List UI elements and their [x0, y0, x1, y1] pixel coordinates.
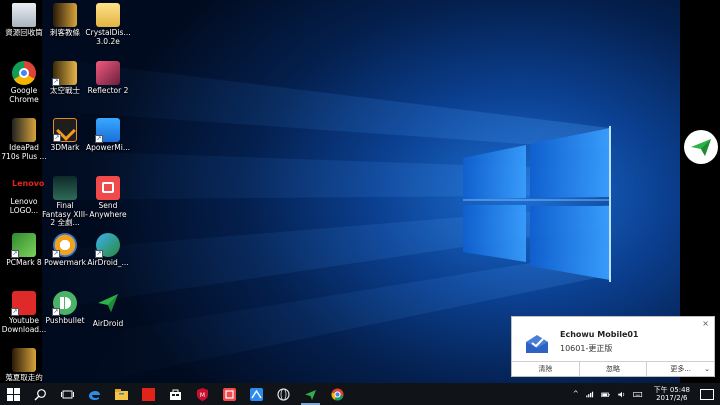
chrome-icon	[12, 61, 36, 85]
desktop-icon-final-fantasy[interactable]: Final Fantasy XIII-2 全劇...	[41, 176, 89, 228]
edge-icon	[89, 390, 100, 400]
game-folder-icon	[53, 3, 77, 27]
apowermirror-icon: ↗	[95, 118, 120, 143]
desktop-icon-apowermirror[interactable]: ↗ ApowerMi...	[84, 118, 132, 153]
shield-icon: M	[197, 387, 208, 401]
taskbar-mcafee[interactable]: M	[189, 383, 216, 405]
pushbullet-icon: ↗	[52, 291, 77, 316]
airdroid-icon	[98, 294, 118, 312]
apowermirror-icon	[250, 387, 263, 401]
task-view-icon	[61, 390, 74, 398]
document-icon	[12, 118, 36, 142]
send-anywhere-icon	[223, 387, 236, 401]
shortcut-arrow-icon: ↗	[95, 250, 103, 258]
volume-icon[interactable]	[614, 389, 630, 400]
desktop-icon-assassin[interactable]: 刺客教條	[41, 3, 89, 38]
app-icon	[142, 387, 155, 401]
taskbar-app-globe[interactable]	[270, 383, 297, 405]
keyboard-icon[interactable]	[630, 389, 646, 400]
store-icon	[170, 389, 181, 400]
file-explorer-icon	[115, 388, 128, 400]
desktop-icon-send-anywhere[interactable]: Send Anywhere	[84, 176, 132, 219]
taskbar-app-red[interactable]	[135, 383, 162, 405]
toast-clear-button[interactable]: 清除	[512, 362, 580, 376]
clock-time: 下午 05:48	[653, 386, 690, 394]
toast-actions: 清除 忽略 更多... ⌄	[512, 361, 714, 376]
globe-icon	[277, 387, 290, 401]
taskbar-send-anywhere[interactable]	[216, 383, 243, 405]
toast-ignore-button[interactable]: 忽略	[580, 362, 648, 376]
desktop-icon-reflector[interactable]: Reflector 2	[84, 61, 132, 96]
shortcut-arrow-icon: ↗	[52, 250, 60, 258]
game-folder-icon: ↗	[52, 61, 77, 86]
lenovo-logo-icon: Lenovo	[12, 179, 45, 188]
desktop-icon-airdroid[interactable]: AirDroid	[84, 291, 132, 328]
airdroid-icon	[305, 389, 316, 400]
3dmark-icon: ↗	[53, 118, 77, 142]
shortcut-arrow-icon: ↗	[11, 308, 19, 316]
powermark-icon: ↗	[52, 233, 77, 258]
shortcut-arrow-icon: ↗	[52, 308, 60, 316]
toast-close-button[interactable]: ×	[702, 319, 709, 328]
taskbar-file-explorer[interactable]	[108, 383, 135, 405]
desktop-icon-space-warrior[interactable]: ↗ 太空戰士	[41, 61, 89, 96]
game-icon	[53, 176, 77, 200]
desktop-icon-crystaldisk[interactable]: CrystalDis... 3.0.2e	[84, 3, 132, 46]
taskbar-clock[interactable]: 下午 05:48 2017/2/6	[646, 386, 698, 402]
chevron-down-icon: ⌄	[704, 365, 711, 373]
network-icon[interactable]	[582, 389, 598, 400]
action-center-icon[interactable]	[700, 388, 714, 400]
toast-title: Echowu Mobile01	[560, 330, 639, 339]
airdroid-floating-button[interactable]	[684, 130, 718, 164]
task-view-button[interactable]	[54, 383, 81, 405]
inbox-icon	[526, 335, 548, 353]
battery-icon[interactable]	[598, 389, 614, 400]
search-icon	[34, 388, 46, 400]
folder-icon	[96, 3, 120, 27]
shortcut-arrow-icon: ↗	[95, 135, 103, 143]
taskbar-chrome[interactable]	[324, 383, 351, 405]
shortcut-arrow-icon: ↗	[52, 78, 60, 86]
airdroid-icon	[691, 139, 711, 156]
airdroid-installer-icon: ↗	[95, 233, 120, 258]
youtube-download-icon: ↗	[11, 291, 36, 316]
notification-toast[interactable]: Echowu Mobile01 10601-更正版 × 清除 忽略 更多... ⌄	[511, 316, 715, 377]
shortcut-arrow-icon: ↗	[11, 250, 19, 258]
desktop-icon-pushbullet[interactable]: ↗ Pushbullet	[41, 291, 89, 326]
desktop-icon-3dmark[interactable]: ↗ 3DMark	[41, 118, 89, 153]
send-anywhere-icon	[96, 176, 120, 200]
shortcut-arrow-icon: ↗	[53, 134, 61, 142]
chrome-icon	[331, 388, 344, 401]
taskbar-store[interactable]	[162, 383, 189, 405]
recycle-bin-icon	[12, 3, 36, 27]
tray-overflow-button[interactable]: ^	[570, 390, 582, 398]
search-button[interactable]	[27, 383, 54, 405]
windows-icon	[7, 387, 20, 401]
desktop-icon-folder[interactable]: 蒐夏取走的	[0, 348, 48, 383]
taskbar-airdroid[interactable]	[297, 383, 324, 405]
reflector-icon	[96, 61, 120, 85]
pcmark-icon: ↗	[11, 233, 36, 258]
toast-body: 10601-更正版	[560, 344, 613, 353]
svg-text:M: M	[200, 392, 205, 399]
folder-icon	[12, 348, 36, 372]
taskbar-apowermirror[interactable]	[243, 383, 270, 405]
desktop-icon-powermark[interactable]: ↗ Powermark	[41, 233, 89, 268]
start-button[interactable]	[0, 383, 27, 405]
clock-date: 2017/2/6	[656, 394, 688, 402]
toast-more-button[interactable]: 更多... ⌄	[647, 362, 714, 376]
taskbar-edge[interactable]	[81, 383, 108, 405]
desktop-icon-airdroid-underscore[interactable]: ↗ AirDroid_...	[84, 233, 132, 268]
system-tray: ^ 下午 05:48 2017/2/6	[570, 383, 720, 405]
